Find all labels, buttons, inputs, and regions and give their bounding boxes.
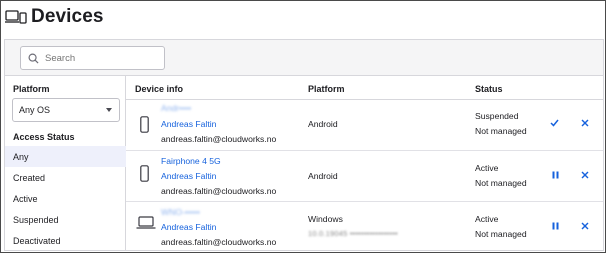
status-value: Active [475,214,499,224]
status-filter-label: Active [13,193,38,204]
phone-icon [140,165,149,182]
platform-label: Platform [13,84,50,94]
search-bar [5,40,603,76]
status-filter-label: Created [13,172,46,183]
status-filter-created[interactable]: Created [5,167,126,188]
status-filter-label: Deactivated [13,235,61,246]
column-header-status: Status [475,84,503,94]
platform-select[interactable]: Any OS [12,98,120,122]
platform-value: Windows [308,214,343,224]
devices-panel: Platform Any OS Access Status Any Create… [4,39,604,251]
laptop-icon [136,216,156,229]
device-name: Andr•••• [161,103,192,113]
filter-sidebar: Platform Any OS Access Status Any Create… [5,76,126,250]
table-header: Device info Platform Status [126,76,603,100]
column-header-device-info: Device info [135,84,184,94]
device-name-link[interactable]: Fairphone 4 5G [161,156,221,166]
column-header-platform: Platform [308,84,345,94]
platform-version: 10.0.19045 ••••••••••••••••• [308,229,398,238]
platform-value: Android [308,119,338,129]
access-status-label: Access Status [13,132,75,142]
user-email: andreas.faltin@cloudworks.no [161,134,277,144]
suspend-icon[interactable] [552,171,559,179]
devices-icon [5,10,27,24]
platform-select-value: Any OS [19,105,51,115]
user-link[interactable]: Andreas Faltin [161,119,216,129]
management-value: Not managed [475,126,527,136]
status-filter-label: Suspended [13,214,59,225]
table-row[interactable]: Andr•••• Andreas Faltin andreas.faltin@c… [126,100,603,151]
deactivate-icon[interactable] [581,171,589,179]
phone-icon [140,116,149,133]
search-box[interactable] [20,46,165,70]
status-value: Suspended [475,111,519,121]
platform-value: Android [308,171,338,181]
user-link[interactable]: Andreas Faltin [161,171,216,181]
device-name: WNO-••••• [161,207,200,217]
suspend-icon[interactable] [552,222,559,230]
deactivate-icon[interactable] [581,222,589,230]
status-filter-suspended[interactable]: Suspended [5,209,126,230]
user-email: andreas.faltin@cloudworks.no [161,186,277,196]
table-row[interactable]: Fairphone 4 5G Andreas Faltin andreas.fa… [126,151,603,202]
search-input[interactable] [45,52,155,64]
deactivate-icon[interactable] [581,119,589,127]
devices-table: Device info Platform Status Andr•••• And… [126,76,603,250]
search-icon [28,53,39,64]
management-value: Not managed [475,229,527,239]
user-link[interactable]: Andreas Faltin [161,222,216,232]
status-filter-any[interactable]: Any [5,146,126,167]
status-filter-label: Any [13,151,29,162]
table-row[interactable]: WNO-••••• Andreas Faltin andreas.faltin@… [126,202,603,250]
user-email: andreas.faltin@cloudworks.no [161,237,277,247]
status-value: Active [475,163,499,173]
page-title: Devices [31,6,104,27]
chevron-down-icon [106,108,112,112]
status-filter-active[interactable]: Active [5,188,126,209]
page-header: Devices [1,1,605,33]
status-filter-deactivated[interactable]: Deactivated [5,230,126,250]
unsuspend-icon[interactable] [550,119,559,127]
management-value: Not managed [475,178,527,188]
